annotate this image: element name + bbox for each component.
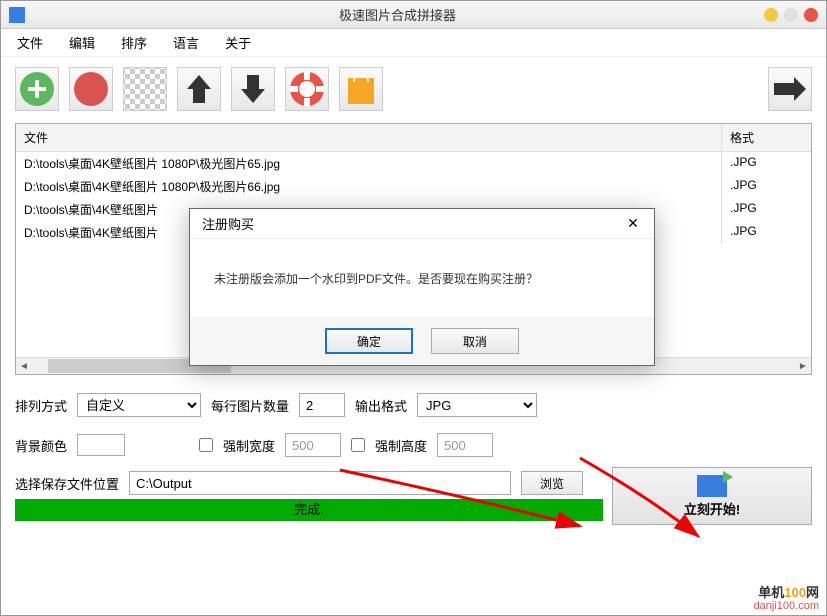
- savepath-input[interactable]: [129, 471, 511, 495]
- cell-file: D:\tools\桌面\4K壁纸图片 1080P\极光图片65.jpg: [16, 152, 721, 175]
- force-width-input[interactable]: [285, 433, 341, 457]
- outfmt-select[interactable]: JPG: [417, 393, 537, 417]
- browse-button[interactable]: 浏览: [521, 471, 583, 495]
- next-button[interactable]: [768, 67, 812, 111]
- perline-input[interactable]: [299, 393, 345, 417]
- lifebuoy-icon: [289, 71, 325, 107]
- dialog-title: 注册购买: [202, 214, 254, 233]
- menu-lang[interactable]: 语言: [169, 31, 203, 54]
- minimize-button[interactable]: [764, 8, 778, 22]
- bgcolor-row: 背景颜色 强制宽度 强制高度: [1, 425, 826, 465]
- cell-format: .JPG: [721, 175, 811, 198]
- cell-format: .JPG: [721, 198, 811, 221]
- outfmt-label: 输出格式: [355, 396, 407, 415]
- force-width-checkbox[interactable]: [199, 438, 213, 452]
- window-controls: [764, 8, 818, 22]
- scroll-right-icon[interactable]: ►: [795, 358, 811, 374]
- dialog-close-button[interactable]: ✕: [620, 214, 646, 234]
- table-header: 文件 格式: [16, 124, 811, 152]
- forbidden-circle-icon: [73, 71, 109, 107]
- move-up-button[interactable]: [177, 67, 221, 111]
- shop-button[interactable]: [339, 67, 383, 111]
- bgcolor-label: 背景颜色: [15, 436, 67, 455]
- help-button[interactable]: [285, 67, 329, 111]
- dialog-body: 未注册版会添加一个水印到PDF文件。是否要现在购买注册？: [190, 239, 654, 317]
- close-icon: ✕: [627, 215, 639, 232]
- add-button[interactable]: [15, 67, 59, 111]
- force-height-input[interactable]: [437, 433, 493, 457]
- menubar: 文件 编辑 排序 语言 关于: [1, 29, 826, 57]
- arrow-down-icon: [239, 73, 267, 105]
- dialog-buttons: 确定 取消: [190, 317, 654, 365]
- watermark: 单机100网 danji100.com: [754, 586, 819, 612]
- watermark-line2: danji100.com: [754, 600, 819, 612]
- progress-area: 完成. 立刻开始!: [15, 499, 812, 521]
- app-icon: [9, 7, 25, 23]
- table-row[interactable]: D:\tools\桌面\4K壁纸图片 1080P\极光图片65.jpg .JPG: [16, 152, 811, 175]
- menu-sort[interactable]: 排序: [117, 31, 151, 54]
- delete-button[interactable]: [69, 67, 113, 111]
- plus-circle-icon: [19, 71, 55, 107]
- titlebar: 极速图片合成拼接器: [1, 1, 826, 29]
- menu-about[interactable]: 关于: [221, 31, 255, 54]
- start-icon: [697, 475, 727, 497]
- toolbar: [1, 57, 826, 121]
- col-header-format[interactable]: 格式: [721, 124, 811, 151]
- watermark-line1: 单机100网: [758, 585, 819, 600]
- cell-format: .JPG: [721, 152, 811, 175]
- dialog-titlebar: 注册购买 ✕: [190, 209, 654, 239]
- scroll-left-icon[interactable]: ◄: [16, 358, 32, 374]
- table-row[interactable]: D:\tools\桌面\4K壁纸图片 1080P\极光图片66.jpg .JPG: [16, 175, 811, 198]
- force-height-label: 强制高度: [375, 436, 427, 455]
- dialog-message: 未注册版会添加一个水印到PDF文件。是否要现在购买注册？: [214, 270, 538, 287]
- bag-icon: [346, 72, 376, 106]
- register-dialog: 注册购买 ✕ 未注册版会添加一个水印到PDF文件。是否要现在购买注册？ 确定 取…: [189, 208, 655, 366]
- force-width-label: 强制宽度: [223, 436, 275, 455]
- perline-label: 每行图片数量: [211, 396, 289, 415]
- arrow-right-icon: [772, 75, 808, 103]
- start-label: 立刻开始!: [684, 499, 740, 518]
- cell-format: .JPG: [721, 221, 811, 244]
- bgcolor-swatch[interactable]: [77, 434, 125, 456]
- col-header-file[interactable]: 文件: [16, 124, 721, 151]
- menu-edit[interactable]: 编辑: [65, 31, 99, 54]
- maximize-button[interactable]: [784, 8, 798, 22]
- window-title: 极速图片合成拼接器: [31, 5, 764, 24]
- move-down-button[interactable]: [231, 67, 275, 111]
- layout-select[interactable]: 自定义: [77, 393, 201, 417]
- arrow-up-icon: [185, 73, 213, 105]
- layout-row: 排列方式 自定义 每行图片数量 输出格式 JPG: [1, 385, 826, 425]
- force-height-checkbox[interactable]: [351, 438, 365, 452]
- layout-label: 排列方式: [15, 396, 67, 415]
- start-button[interactable]: 立刻开始!: [612, 467, 812, 525]
- dialog-cancel-button[interactable]: 取消: [431, 328, 519, 354]
- close-button[interactable]: [804, 8, 818, 22]
- savepath-label: 选择保存文件位置: [15, 474, 119, 493]
- clear-button[interactable]: [123, 67, 167, 111]
- progress-bar: 完成.: [15, 499, 603, 521]
- dialog-ok-button[interactable]: 确定: [325, 328, 413, 354]
- cell-file: D:\tools\桌面\4K壁纸图片 1080P\极光图片66.jpg: [16, 175, 721, 198]
- menu-file[interactable]: 文件: [13, 31, 47, 54]
